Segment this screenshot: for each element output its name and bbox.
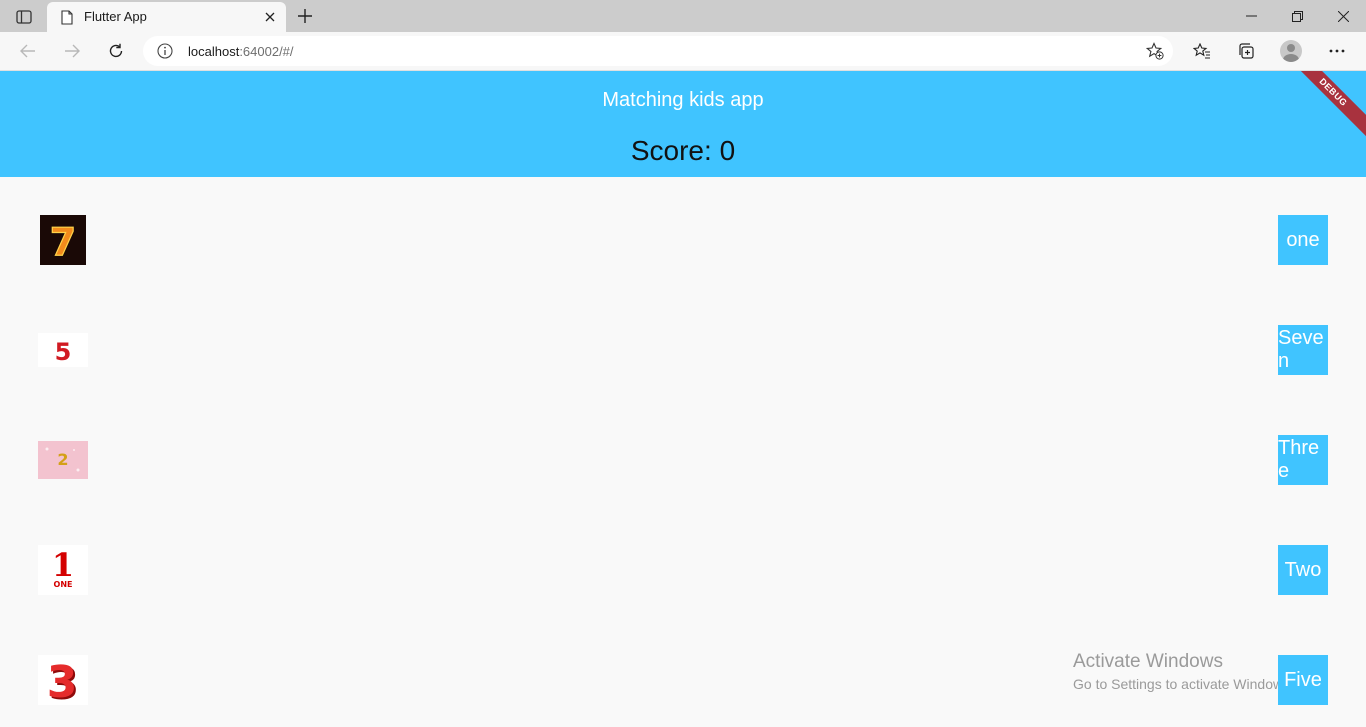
refresh-icon[interactable]: [101, 36, 131, 66]
score-label: Score: 0: [630, 135, 736, 166]
app-title: Matching kids app: [602, 89, 764, 111]
number-image-7[interactable]: 7: [38, 215, 88, 265]
number-image-5[interactable]: 5: [38, 325, 88, 375]
digit-3-glyph: 3: [47, 657, 78, 705]
word-tile-two[interactable]: Two: [1278, 545, 1328, 595]
avatar: [1280, 40, 1302, 62]
digit-7-glyph: 7: [50, 220, 76, 264]
matching-area: [0, 177, 1366, 727]
restore-icon[interactable]: [1274, 0, 1320, 32]
more-menu-icon[interactable]: [1322, 36, 1352, 66]
add-favorite-icon[interactable]: [1145, 41, 1165, 61]
collections-icon[interactable]: [1231, 36, 1261, 66]
word-tile-three[interactable]: Three: [1278, 435, 1328, 485]
watermark-title: Activate Windows: [1073, 651, 1223, 672]
app-bar: Matching kids app Score: 0 DEBUG: [0, 71, 1366, 177]
tab-actions-icon[interactable]: [10, 6, 38, 28]
site-info-icon[interactable]: [157, 43, 173, 59]
activate-windows-watermark: Activate Windows Go to Settings to activ…: [1073, 651, 1294, 692]
browser-toolbar: localhost:64002/#/: [0, 32, 1366, 71]
address-bar[interactable]: localhost:64002/#/: [143, 36, 1173, 66]
browser-tab[interactable]: Flutter App: [47, 2, 286, 32]
new-tab-icon[interactable]: [292, 4, 318, 28]
url-host: localhost: [188, 44, 240, 59]
favorites-icon[interactable]: [1187, 36, 1217, 66]
tab-title: Flutter App: [84, 9, 147, 24]
digit-1-glyph: 1: [52, 546, 74, 584]
browser-tab-strip: Flutter App: [0, 0, 1366, 32]
close-window-icon[interactable]: [1320, 0, 1366, 32]
url-text[interactable]: localhost:64002/#/: [188, 44, 294, 59]
digit-2-glyph: 2: [57, 450, 68, 469]
digit-1-caption: ONE: [54, 580, 73, 589]
word-tile-five[interactable]: Five: [1278, 655, 1328, 705]
number-image-3[interactable]: 3 3: [38, 655, 88, 705]
number-image-2[interactable]: 2: [38, 435, 88, 485]
close-tab-icon[interactable]: [260, 7, 280, 27]
page-icon: [59, 9, 75, 25]
digit-5-glyph: 5: [55, 338, 72, 366]
word-tile-one[interactable]: one: [1278, 215, 1328, 265]
minimize-icon[interactable]: [1228, 0, 1274, 32]
profile-avatar[interactable]: [1276, 36, 1306, 66]
watermark-subtitle: Go to Settings to activate Windows.: [1073, 676, 1294, 692]
back-icon[interactable]: [13, 36, 43, 66]
number-image-1[interactable]: 1 ONE: [38, 545, 88, 595]
word-tile-seven[interactable]: Seven: [1278, 325, 1328, 375]
url-path: :64002/#/: [239, 44, 294, 59]
forward-icon[interactable]: [57, 36, 87, 66]
